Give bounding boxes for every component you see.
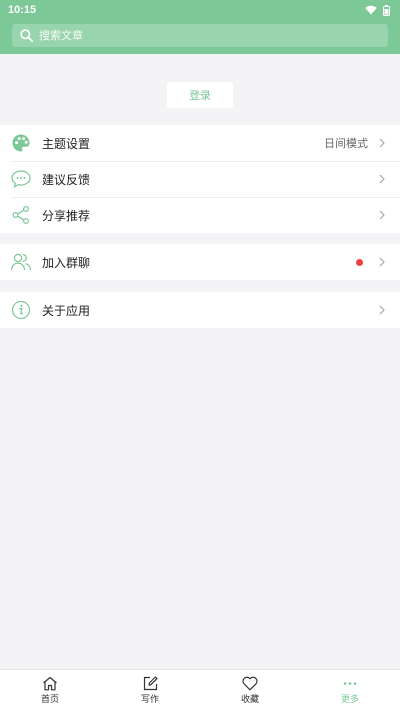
tab-more[interactable]: 更多 [300, 670, 400, 711]
join-group-item[interactable]: 加入群聊 [0, 244, 400, 280]
wifi-icon [365, 5, 377, 15]
feedback-item[interactable]: 建议反馈 [0, 161, 400, 197]
status-bar: 10:15 [0, 0, 400, 20]
home-icon [43, 676, 57, 691]
chevron-right-icon [374, 305, 390, 315]
app-header: 10:15 [0, 0, 400, 54]
chevron-right-icon [374, 210, 390, 220]
tab-favorites[interactable]: 收藏 [200, 670, 300, 711]
edit-icon [143, 676, 158, 691]
theme-mode-value: 日间模式 [324, 137, 368, 150]
users-icon [0, 252, 42, 272]
about-app-item[interactable]: 关于应用 [0, 292, 400, 328]
tab-write[interactable]: 写作 [100, 670, 200, 711]
tab-home[interactable]: 首页 [0, 670, 100, 711]
search-icon [20, 29, 33, 42]
search-input[interactable] [39, 29, 339, 42]
status-time: 10:15 [8, 4, 37, 16]
tab-home-label: 首页 [40, 695, 59, 705]
chevron-right-icon [374, 138, 390, 148]
group-chat-group: 加入群聊 [0, 244, 400, 280]
tab-favorites-label: 收藏 [240, 695, 259, 705]
theme-settings-label: 主题设置 [42, 136, 91, 151]
tab-more-label: 更多 [340, 695, 359, 705]
about-app-label: 关于应用 [42, 303, 91, 318]
notification-dot [356, 258, 363, 266]
heart-icon [242, 676, 258, 691]
chevron-right-icon [374, 174, 390, 184]
share-label: 分享推荐 [42, 208, 91, 223]
settings-group: 主题设置 日间模式 建议反馈 分享推荐 [0, 125, 400, 233]
share-icon [0, 205, 42, 225]
login-button[interactable]: 登录 [167, 82, 233, 108]
chat-bubble-icon [0, 170, 42, 188]
more-icon [343, 682, 357, 685]
tab-write-label: 写作 [140, 695, 159, 705]
theme-settings-item[interactable]: 主题设置 日间模式 [0, 125, 400, 161]
status-icons [365, 4, 390, 16]
chevron-right-icon [374, 257, 390, 267]
search-bar[interactable] [12, 24, 388, 47]
share-item[interactable]: 分享推荐 [0, 197, 400, 233]
feedback-label: 建议反馈 [42, 172, 91, 187]
join-group-label: 加入群聊 [42, 255, 91, 270]
about-group: 关于应用 [0, 292, 400, 328]
palette-icon [0, 133, 42, 153]
battery-icon [383, 4, 390, 16]
info-icon [0, 300, 42, 320]
bottom-tab-bar: 首页 写作 收藏 更多 [0, 669, 400, 711]
